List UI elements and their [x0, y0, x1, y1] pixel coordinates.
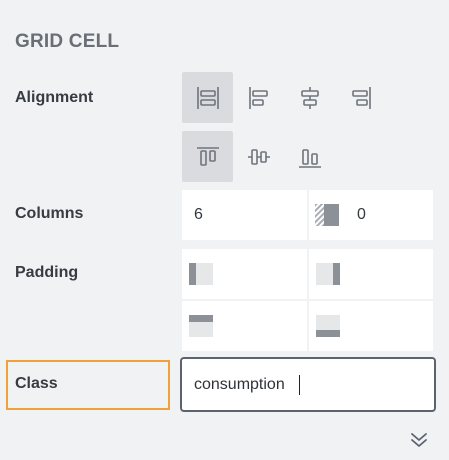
justify-start-icon	[248, 86, 268, 109]
panel-title: GRID CELL	[15, 31, 120, 52]
class-label: Class	[15, 375, 58, 392]
column-offset-input[interactable]	[357, 190, 427, 240]
justify-start-button[interactable]	[233, 72, 284, 123]
align-bottom-button[interactable]	[284, 131, 335, 182]
class-input[interactable]	[194, 359, 429, 410]
column-offset-cell	[309, 190, 433, 240]
padding-right-icon	[316, 263, 340, 285]
column-span-cell	[182, 190, 307, 240]
align-middle-icon	[247, 148, 270, 165]
alignment-label: Alignment	[15, 89, 94, 106]
padding-bottom-cell[interactable]	[309, 301, 433, 351]
padding-left-icon	[189, 263, 213, 285]
column-span-input[interactable]	[194, 190, 302, 240]
padding-label: Padding	[15, 264, 79, 281]
padding-bottom-icon	[316, 315, 340, 337]
padding-right-cell[interactable]	[309, 249, 433, 299]
justify-center-button[interactable]	[284, 72, 335, 123]
padding-top-icon	[189, 315, 213, 337]
align-top-icon	[196, 146, 219, 166]
column-offset-icon	[315, 204, 339, 226]
justify-stretch-button[interactable]	[182, 72, 233, 123]
justify-center-icon	[300, 86, 319, 109]
align-bottom-icon	[298, 148, 321, 168]
double-chevron-down-icon[interactable]	[407, 428, 431, 452]
class-input-field[interactable]	[180, 357, 436, 412]
columns-label: Columns	[15, 205, 84, 222]
justify-end-icon	[351, 86, 371, 109]
align-middle-button[interactable]	[233, 131, 284, 182]
align-top-button[interactable]	[182, 131, 233, 182]
padding-top-cell[interactable]	[182, 301, 307, 351]
justify-stretch-icon	[196, 86, 219, 109]
text-caret	[299, 375, 300, 395]
padding-left-cell[interactable]	[182, 249, 307, 299]
justify-end-button[interactable]	[335, 72, 386, 123]
